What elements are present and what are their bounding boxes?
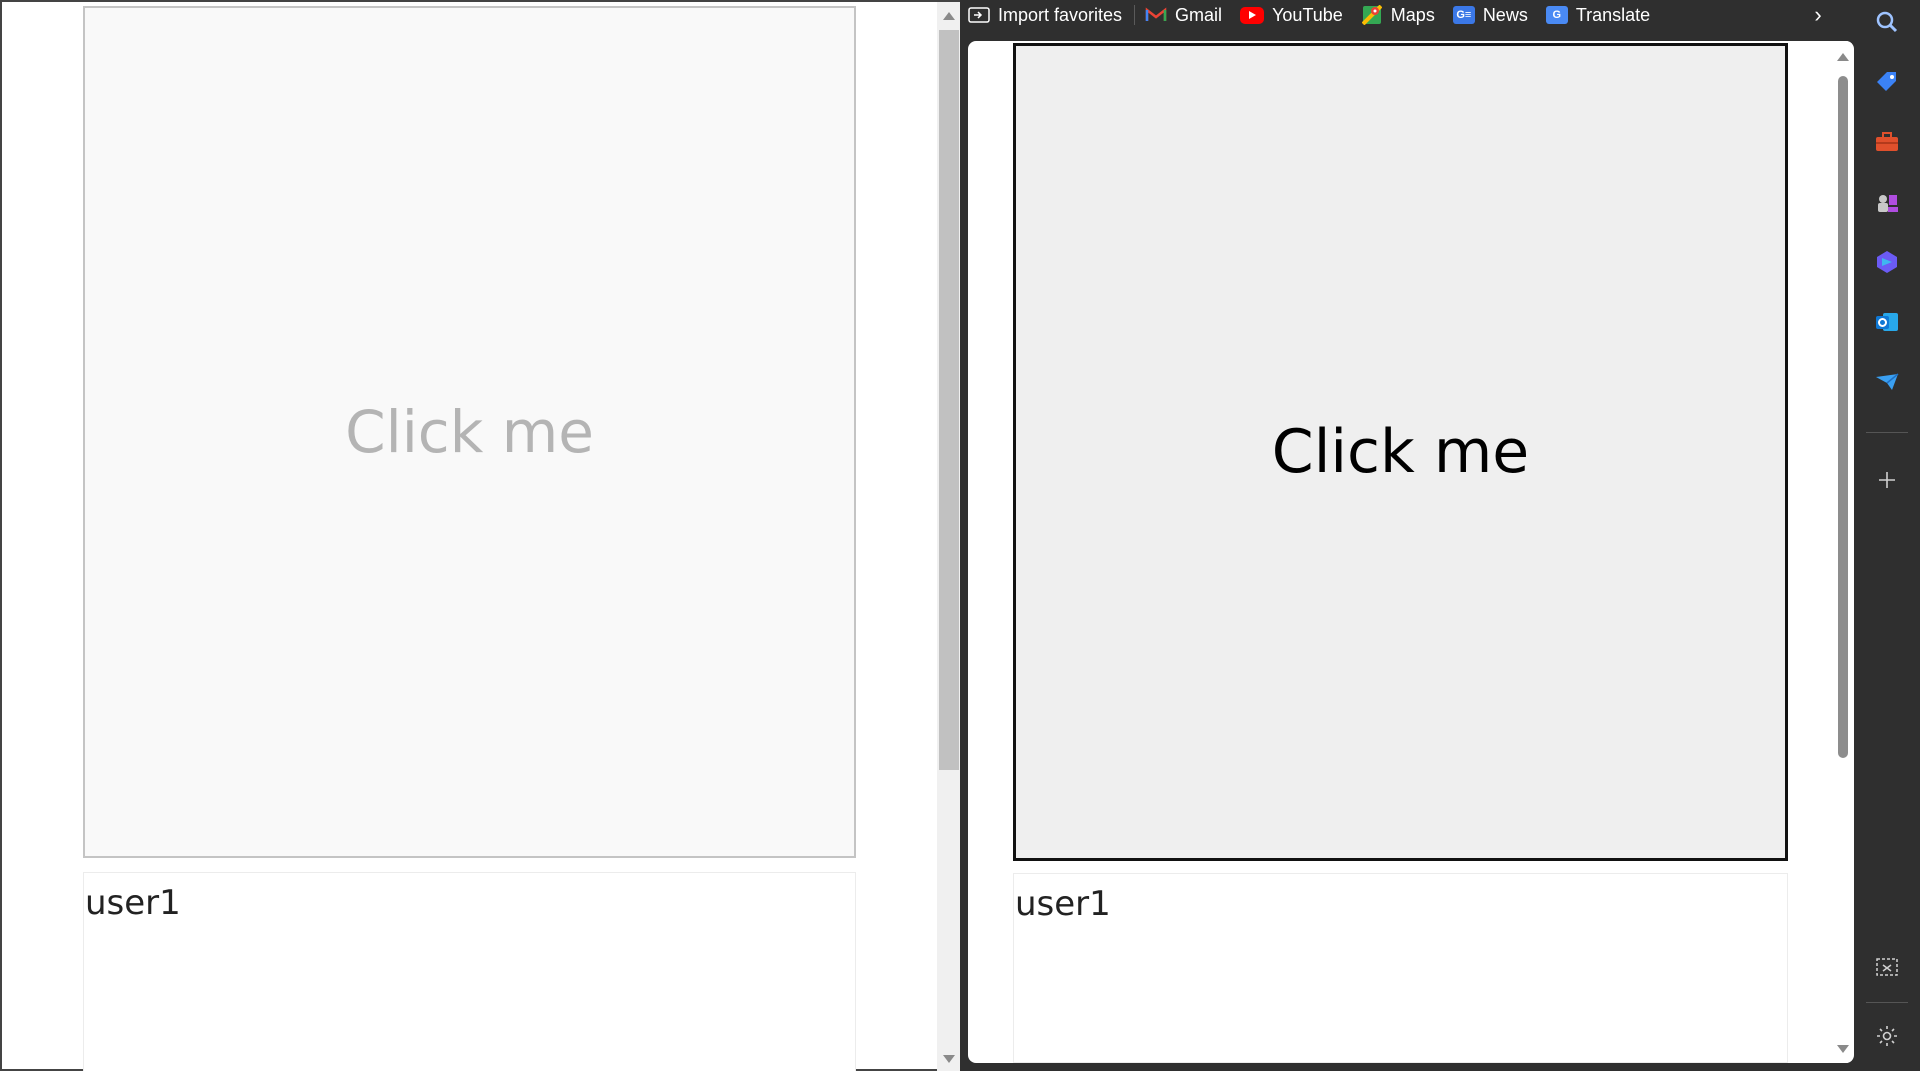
favorite-label: YouTube — [1272, 4, 1343, 25]
screenshot-icon[interactable] — [1865, 946, 1909, 990]
send-icon[interactable] — [1865, 360, 1909, 404]
left-scroll-thumb[interactable] — [939, 30, 959, 770]
favorite-maps[interactable]: Maps — [1353, 0, 1445, 30]
sidebar-separator — [1866, 432, 1908, 433]
favorites-bar: Import favorites Gmail YouTube Maps G≡ N… — [960, 0, 1853, 30]
news-icon: G≡ — [1452, 6, 1475, 24]
add-icon[interactable] — [1865, 458, 1909, 502]
scroll-down-arrow-icon[interactable] — [1837, 1045, 1849, 1053]
favorites-overflow-chevron-icon[interactable]: › — [1803, 0, 1833, 30]
favorites-separator — [1134, 5, 1136, 25]
import-favorites-icon — [968, 6, 990, 24]
right-scrollbar[interactable] — [1834, 41, 1852, 1063]
favorite-gmail[interactable]: Gmail — [1137, 0, 1232, 30]
favorite-news[interactable]: G≡ News — [1445, 0, 1538, 30]
games-icon[interactable] — [1865, 180, 1909, 224]
youtube-icon — [1240, 6, 1265, 24]
left-click-me-button[interactable]: Click me — [83, 6, 856, 858]
favorite-label: Maps — [1390, 4, 1435, 25]
maps-icon — [1361, 5, 1383, 25]
browser-page: Click me user1 — [968, 41, 1854, 1063]
scroll-down-arrow-icon[interactable] — [943, 1055, 955, 1063]
right-scroll-thumb[interactable] — [1838, 76, 1848, 758]
browser-sidebar — [1854, 0, 1920, 1071]
search-icon[interactable] — [1865, 0, 1909, 44]
favorite-label: Gmail — [1175, 4, 1223, 25]
translate-icon: G — [1545, 6, 1568, 24]
outlook-icon[interactable] — [1865, 300, 1909, 344]
favorite-youtube[interactable]: YouTube — [1232, 0, 1353, 30]
tag-icon[interactable] — [1865, 60, 1909, 104]
left-window: Click me user1 — [0, 0, 961, 1071]
favorite-import-favorites[interactable]: Import favorites — [960, 0, 1132, 30]
gmail-icon — [1145, 6, 1167, 24]
scroll-up-arrow-icon[interactable] — [1837, 53, 1849, 61]
favorite-label: Import favorites — [998, 4, 1123, 25]
favorite-label: News — [1482, 4, 1528, 25]
favorite-translate[interactable]: G Translate — [1538, 0, 1660, 30]
right-click-me-button[interactable]: Click me — [1013, 43, 1788, 861]
left-scrollbar[interactable] — [937, 2, 961, 1071]
scroll-up-arrow-icon[interactable] — [943, 12, 955, 20]
browser-window: Import favorites Gmail YouTube Maps G≡ N… — [960, 0, 1920, 1071]
sidebar-separator — [1866, 1002, 1908, 1003]
left-user-text-field[interactable]: user1 — [83, 872, 856, 1071]
copilot-icon[interactable] — [1865, 240, 1909, 284]
right-user-text-field[interactable]: user1 — [1013, 873, 1788, 1063]
favorite-label: Translate — [1575, 4, 1651, 25]
settings-icon[interactable] — [1865, 1014, 1909, 1058]
toolbox-icon[interactable] — [1865, 120, 1909, 164]
